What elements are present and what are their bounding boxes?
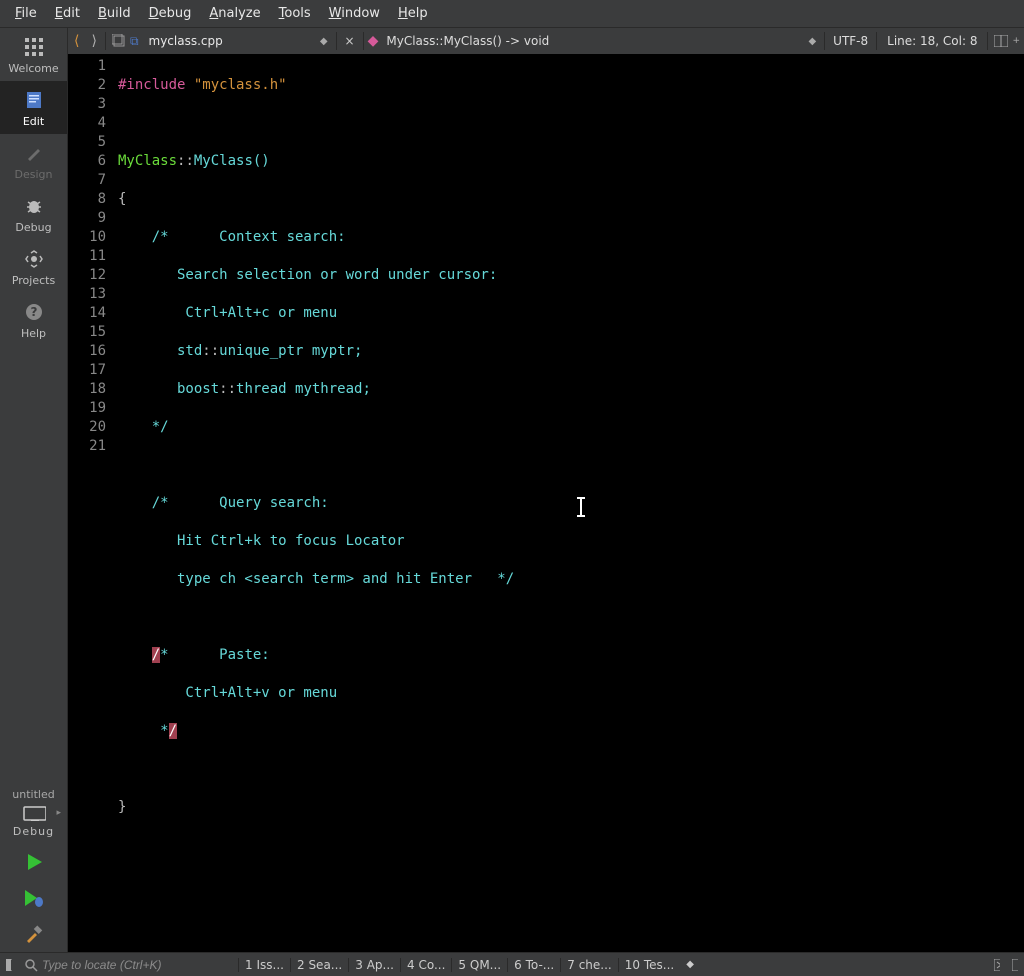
cpp-icon: ⧉ [128, 34, 141, 49]
encoding-label[interactable]: UTF-8 [827, 34, 874, 48]
projects-icon [25, 248, 43, 270]
pane-search[interactable]: 2 Sea... [290, 958, 348, 972]
mode-help[interactable]: ? Help [0, 293, 67, 346]
play-icon [24, 852, 44, 872]
edit-icon [26, 89, 42, 111]
symbol-selector[interactable]: MyClass::MyClass() -> void [382, 34, 553, 48]
play-bug-icon [23, 888, 45, 908]
debug-icon [25, 195, 43, 217]
cursor-position[interactable]: Line: 18, Col: 8 [879, 34, 985, 48]
pane-application[interactable]: 3 Ap... [348, 958, 400, 972]
code-content[interactable]: #include "myclass.h" MyClass::MyClass() … [114, 54, 1024, 952]
menu-edit[interactable]: Edit [46, 2, 89, 25]
status-bar: 1 Iss... 2 Sea... 3 Ap... 4 Co... 5 QM..… [0, 952, 1024, 976]
mode-edit[interactable]: Edit [0, 81, 67, 134]
menu-build[interactable]: Build [89, 2, 140, 25]
mode-projects[interactable]: Projects [0, 240, 67, 293]
editor: ⟨ ⟩ ⧉ myclass.cpp ◆ × ◆ MyClass::MyClass… [68, 28, 1024, 952]
toggle-right-sidebar-button[interactable] [1006, 959, 1024, 971]
document-toolbar: ⟨ ⟩ ⧉ myclass.cpp ◆ × ◆ MyClass::MyClass… [68, 28, 1024, 54]
text-cursor-icon [580, 499, 582, 515]
svg-text:?: ? [30, 305, 37, 319]
code-editor[interactable]: 123456789101112131415161718192021 #inclu… [68, 54, 1024, 952]
design-icon [25, 142, 43, 164]
line-gutter: 123456789101112131415161718192021 [68, 54, 114, 952]
build-button[interactable] [0, 916, 67, 952]
mode-label: Design [15, 168, 53, 181]
file-name[interactable]: myclass.cpp [141, 34, 231, 48]
mode-welcome[interactable]: Welcome [0, 28, 67, 81]
pane-check[interactable]: 7 che... [560, 958, 618, 972]
split-icon[interactable] [990, 35, 1012, 47]
locator-input[interactable] [42, 958, 232, 972]
mode-label: Welcome [8, 62, 58, 75]
menu-tools[interactable]: Tools [270, 2, 320, 25]
file-dropdown[interactable]: ◆ [314, 36, 334, 47]
run-button[interactable] [0, 844, 67, 880]
mode-label: Projects [12, 274, 55, 287]
menu-analyze[interactable]: Analyze [200, 2, 269, 25]
mode-label: Debug [15, 221, 51, 234]
symbol-dropdown[interactable]: ◆ [802, 36, 822, 47]
menu-window[interactable]: Window [320, 2, 389, 25]
pane-qml[interactable]: 5 QM... [451, 958, 507, 972]
menu-bar: File Edit Build Debug Analyze Tools Wind… [0, 0, 1024, 28]
panes-dropdown[interactable]: ◆ [680, 959, 700, 970]
welcome-icon [25, 36, 43, 58]
toggle-sidebar-button[interactable] [0, 959, 18, 971]
close-file-button[interactable]: × [339, 34, 361, 48]
pane-todo[interactable]: 6 To-... [507, 958, 560, 972]
mode-label: Edit [23, 115, 44, 128]
help-icon: ? [25, 301, 43, 323]
pane-issues[interactable]: 1 Iss... [238, 958, 290, 972]
close-output-button[interactable] [988, 959, 1006, 971]
desktop-icon [22, 805, 46, 821]
search-icon [24, 958, 38, 972]
nav-forward-button[interactable]: ⟩ [85, 33, 102, 49]
menu-help[interactable]: Help [389, 2, 437, 25]
menu-file[interactable]: File [6, 2, 46, 25]
mode-bar: Welcome Edit Design Debug Projects [0, 28, 68, 952]
nav-back-button[interactable]: ⟨ [68, 33, 85, 49]
pane-tests[interactable]: 10 Tes... [618, 958, 680, 972]
kit-project: untitled [0, 788, 67, 801]
kit-config: Debug [0, 825, 67, 838]
locator[interactable] [18, 958, 238, 972]
run-debug-button[interactable] [0, 880, 67, 916]
menu-debug[interactable]: Debug [140, 2, 201, 25]
hammer-icon [24, 924, 44, 944]
mode-design[interactable]: Design [0, 134, 67, 187]
file-type-icon [108, 34, 128, 48]
mode-debug[interactable]: Debug [0, 187, 67, 240]
mode-label: Help [21, 327, 46, 340]
kit-selector[interactable]: untitled ▸ Debug [0, 782, 67, 844]
modified-icon: ◆ [366, 33, 383, 49]
pane-compile[interactable]: 4 Co... [400, 958, 451, 972]
